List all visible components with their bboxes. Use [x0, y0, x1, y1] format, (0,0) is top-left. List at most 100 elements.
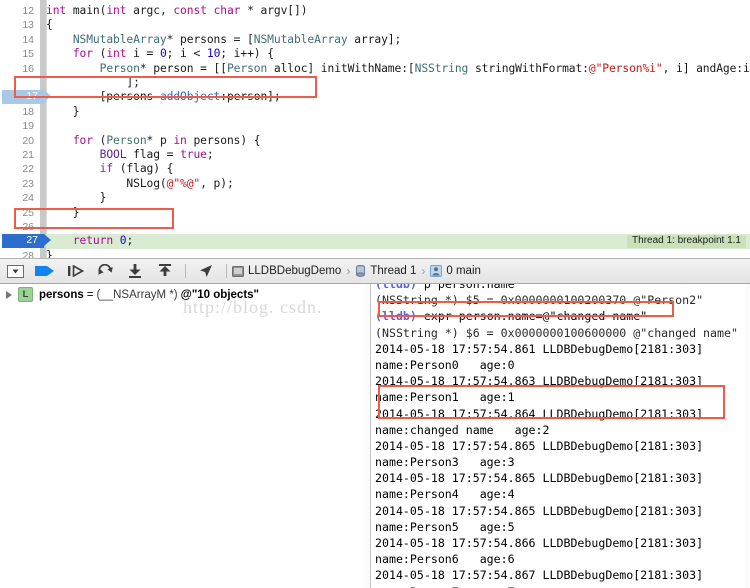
line-number-17: 17	[26, 90, 38, 103]
code-line-28[interactable]: }	[46, 249, 750, 258]
xcode-debug-window: 12 int main(int argc, const char * argv[]…	[0, 0, 750, 588]
breadcrumb[interactable]: LLDBDebugDemo › Thread 1 › 0 main	[232, 264, 481, 278]
code-token: Person	[99, 61, 140, 75]
console-text: name:Person4 age:4	[375, 487, 515, 502]
code-token: for	[72, 47, 93, 61]
code-token: }	[46, 205, 80, 219]
arrow-down-into-icon	[129, 264, 141, 278]
code-line-18[interactable]: }	[46, 105, 750, 119]
breakpoint-arrow	[44, 90, 51, 103]
console-line: (lldb) p person.name	[375, 284, 750, 292]
code-line-wrap[interactable]: ];	[46, 76, 750, 90]
line-number-22: 22	[22, 163, 34, 176]
console-text: name:Person0 age:0	[375, 357, 515, 372]
code-line-24[interactable]: }	[46, 191, 750, 205]
console-line: 2014-05-18 17:57:54.865 LLDBDebugDemo[21…	[375, 470, 750, 486]
code-token: 10	[206, 47, 221, 61]
code-token: char	[213, 4, 241, 17]
console-text: name:Person6 age:6	[375, 552, 515, 567]
thread-breakpoint-badge: Thread 1: breakpoint 1.1	[627, 235, 746, 248]
code-token: * persons = [	[166, 32, 254, 46]
line-number-24: 24	[22, 192, 34, 205]
code-line-21[interactable]: BOOL flag = true;	[46, 148, 750, 162]
continue-button[interactable]	[30, 258, 60, 284]
simulate-location-button[interactable]	[191, 258, 221, 284]
code-line-17[interactable]: [persons addObject:person];	[46, 90, 750, 104]
code-token: :person];	[220, 90, 281, 104]
code-token: int	[106, 4, 127, 17]
console-line: 2014-05-18 17:57:54.867 LLDBDebugDemo[21…	[375, 567, 750, 583]
line-number-20: 20	[22, 134, 34, 147]
console-line: 2014-05-18 17:57:54.861 LLDBDebugDemo[21…	[375, 341, 750, 357]
code-token: BOOL	[99, 148, 127, 161]
code-token: 0	[159, 47, 167, 61]
variable-row[interactable]: Lpersons = (__NSArrayM *) @"10 objects"	[0, 284, 370, 303]
breakpoint-arrow	[44, 234, 51, 247]
console-text: 2014-05-18 17:57:54.865 LLDBDebugDemo[21…	[375, 438, 704, 453]
code-token: NSString	[414, 61, 469, 75]
step-into-button[interactable]	[90, 258, 120, 284]
code-token: main(	[72, 4, 107, 17]
toggle-debug-area-button[interactable]	[0, 258, 30, 284]
console-text: 2014-05-18 17:57:54.861 LLDBDebugDemo[21…	[375, 341, 704, 356]
variables-view[interactable]: Lpersons = (__NSArrayM *) @"10 objects"	[0, 284, 371, 588]
console-scrollbar[interactable]	[745, 284, 750, 588]
process-icon	[232, 265, 244, 277]
breakpoint-marker-17[interactable]: 17	[2, 90, 51, 104]
code-token: , p);	[200, 176, 234, 190]
code-token: ];	[46, 76, 140, 89]
code-token: ;	[126, 234, 134, 248]
console-text: name:Person5 age:5	[375, 519, 515, 534]
code-token: , i] andAge:i	[662, 61, 750, 75]
console-line: 2014-05-18 17:57:54.863 LLDBDebugDemo[21…	[375, 373, 750, 389]
code-line-26[interactable]	[46, 220, 750, 234]
code-line-19[interactable]	[46, 119, 750, 133]
disclosure-triangle-icon[interactable]	[6, 290, 12, 299]
step-out-button[interactable]	[150, 258, 180, 284]
variables-scrollbar[interactable]	[365, 284, 370, 588]
code-token: true	[180, 148, 207, 161]
source-editor[interactable]: 12 int main(int argc, const char * argv[]…	[0, 0, 750, 258]
console-line: 2014-05-18 17:57:54.866 LLDBDebugDemo[21…	[375, 535, 750, 551]
location-arrow-icon	[200, 265, 212, 277]
code-token: argc,	[126, 4, 174, 17]
code-line-22[interactable]: if (flag) {	[46, 162, 750, 176]
breadcrumb-item-lldbdebugdemo[interactable]: LLDBDebugDemo	[248, 265, 341, 277]
console-line: name:Person1 age:1	[375, 389, 750, 405]
line-number-14: 14	[22, 33, 34, 46]
debug-toolbar[interactable]: LLDBDebugDemo › Thread 1 › 0 main	[0, 258, 750, 284]
code-line-12[interactable]: int main(int argc, const char * argv[])	[46, 4, 750, 18]
line-number-27: 27	[26, 234, 38, 247]
console-text: 2014-05-18 17:57:54.865 LLDBDebugDemo[21…	[375, 471, 704, 486]
step-over-button[interactable]	[60, 258, 90, 284]
line-number-15: 15	[22, 48, 34, 61]
console-text: 2014-05-18 17:57:54.866 LLDBDebugDemo[21…	[375, 536, 704, 550]
code-line-16[interactable]: Person* person = [[Person alloc] initWit…	[46, 62, 750, 76]
code-token: NSMutableArray	[72, 32, 167, 46]
code-line-25[interactable]: }	[46, 206, 750, 220]
line-number-13: 13	[22, 19, 34, 32]
line-number-25: 25	[22, 206, 34, 219]
breadcrumb-item-thread-1[interactable]: Thread 1	[370, 265, 416, 277]
code-token: flag =	[126, 148, 181, 161]
code-line-14[interactable]: NSMutableArray* persons = [NSMutableArra…	[46, 33, 750, 47]
console-output: (lldb) p person.name (NSString *) $5 = 0x…	[375, 284, 750, 588]
variable-equals: =	[86, 288, 94, 301]
code-line-13[interactable]: {	[46, 18, 750, 32]
code-line-15[interactable]: for (int i = 0; i < 10; i++) {	[46, 47, 750, 61]
code-token: ; i <	[166, 47, 207, 61]
code-token: in	[173, 133, 187, 147]
continue-icon	[35, 266, 54, 276]
breakpoint-marker-27[interactable]: 27	[2, 234, 51, 248]
breadcrumb-item-0-main[interactable]: 0 main	[446, 265, 481, 277]
code-token: persons) {	[186, 133, 261, 147]
code-token: NSLog(	[46, 176, 167, 190]
console-view[interactable]: (lldb) p person.name (NSString *) $5 = 0x…	[371, 284, 750, 588]
step-in-button[interactable]	[120, 258, 150, 284]
console-line: 2014-05-18 17:57:54.865 LLDBDebugDemo[21…	[375, 503, 750, 519]
variables-rows: Lpersons = (__NSArrayM *) @"10 objects"	[0, 284, 370, 303]
code-line-23[interactable]: NSLog(@"%@", p);	[46, 177, 750, 191]
code-line-20[interactable]: for (Person* p in persons) {	[46, 134, 750, 148]
